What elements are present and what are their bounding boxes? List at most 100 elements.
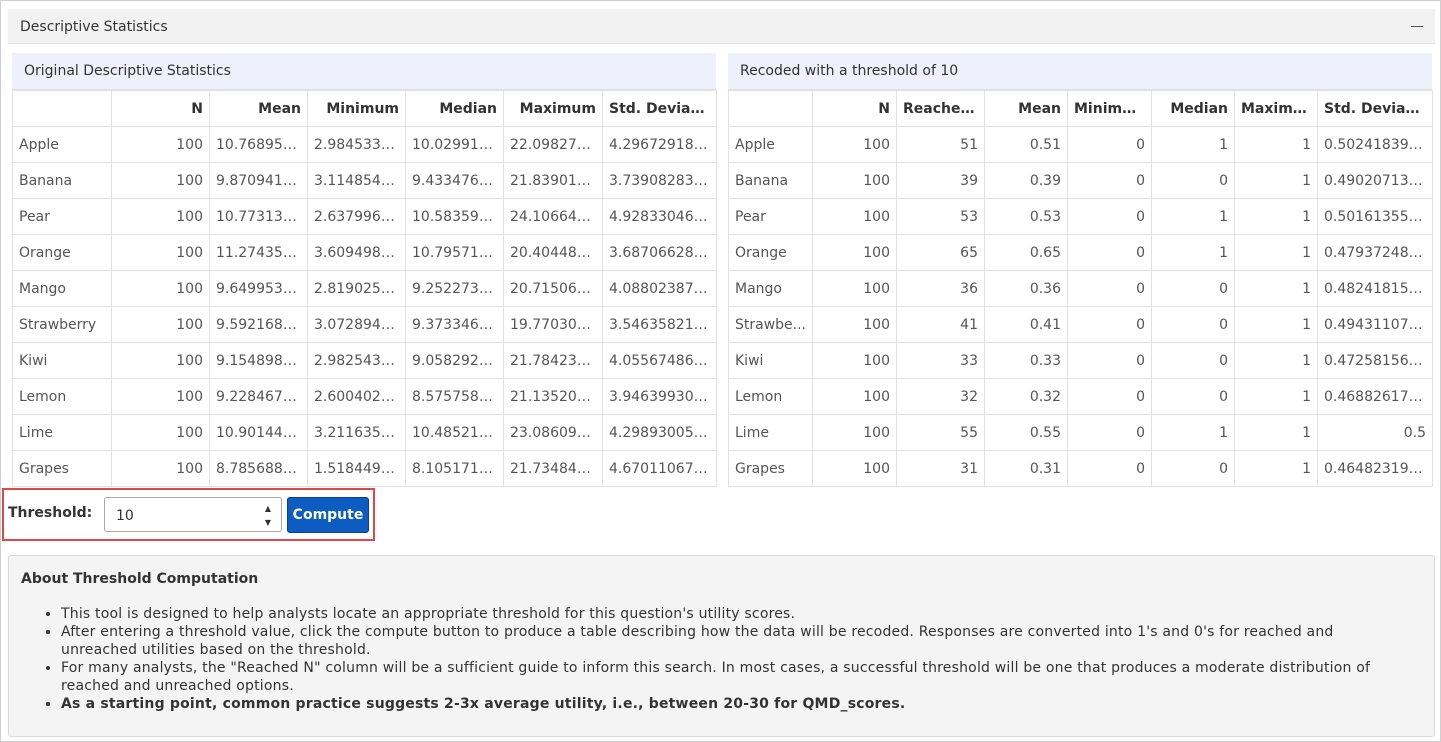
column-header: Std. Deviation	[1317, 90, 1433, 127]
column-header: Mean	[209, 90, 308, 127]
table-cell: 53	[896, 198, 985, 235]
table-cell: 100	[812, 414, 897, 451]
table-cell: 100	[111, 162, 210, 199]
recoded-stats-caption: Recoded with a threshold of 10	[728, 53, 1432, 90]
table-cell: 1	[1151, 414, 1235, 451]
column-header: Median	[1151, 90, 1235, 127]
table-cell: 20.404487...	[503, 234, 603, 271]
table-cell: 0.31	[984, 450, 1068, 487]
table-cell: 1	[1234, 342, 1318, 379]
row-label: Strawbe...	[728, 306, 813, 343]
table-cell: 0	[1067, 378, 1152, 415]
table-cell: 0.65	[984, 234, 1068, 271]
table-cell: 1	[1234, 198, 1318, 235]
table-cell: 100	[111, 342, 210, 379]
table-cell: 0	[1067, 306, 1152, 343]
table-row: Lemon 100 9.2284671... 2.6004025... 8.575758…	[12, 378, 717, 415]
table-cell: 21.734843...	[503, 450, 603, 487]
table-cell: 9.6499533...	[209, 270, 308, 307]
table-row: Lemon 100 32 0.32 0 0 1 0.468826172...	[728, 378, 1433, 415]
column-header: N	[812, 90, 897, 127]
table-cell: 1	[1234, 234, 1318, 271]
table-cell: 11.274350...	[209, 234, 308, 271]
panel-header[interactable]: Descriptive Statistics	[8, 9, 1435, 44]
table-cell: 20.715065...	[503, 270, 603, 307]
column-header: Std. Deviation	[602, 90, 717, 127]
table-cell: 100	[812, 198, 897, 235]
table-cell: 65	[896, 234, 985, 271]
row-label: Apple	[12, 126, 112, 163]
table-cell: 4.298930055...	[602, 414, 717, 451]
table-row: Mango 100 36 0.36 0 0 1 0.482418151...	[728, 270, 1433, 307]
table-cell: 21.135201...	[503, 378, 603, 415]
table-cell: 0.39	[984, 162, 1068, 199]
table-cell: 10.029913...	[405, 126, 504, 163]
about-item: For many analysts, the "Reached N" colum…	[61, 659, 1401, 695]
threshold-value[interactable]: 10	[116, 508, 134, 524]
table-cell: 24.106648...	[503, 198, 603, 235]
original-stats-section: Original Descriptive Statistics N Mean Min…	[12, 53, 717, 487]
table-cell: 55	[896, 414, 985, 451]
table-cell: 1	[1234, 378, 1318, 415]
table-row: Lime 100 55 0.55 0 1 1 0.5	[728, 414, 1433, 451]
row-label: Orange	[728, 234, 813, 271]
threshold-input[interactable]: 10 ▲ ▼	[104, 497, 282, 532]
row-label: Mango	[728, 270, 813, 307]
table-cell: 0	[1151, 450, 1235, 487]
table-cell: 100	[812, 342, 897, 379]
table-cell: 3.687066281...	[602, 234, 717, 271]
table-cell: 0	[1067, 126, 1152, 163]
table-row: Mango 100 9.6499533... 2.8190257... 9.252273…	[12, 270, 717, 307]
table-cell: 41	[896, 306, 985, 343]
row-label: Kiwi	[728, 342, 813, 379]
table-cell: 21.839013...	[503, 162, 603, 199]
table-cell: 9.2522735...	[405, 270, 504, 307]
table-cell: 4.670110674...	[602, 450, 717, 487]
table-cell: 0	[1151, 162, 1235, 199]
column-header: Minimum	[1067, 90, 1152, 127]
table-cell: 0.468826172...	[1317, 378, 1433, 415]
table-cell: 3.2116358...	[307, 414, 406, 451]
table-cell: 0.53	[984, 198, 1068, 235]
table-row: Grapes 100 8.7856883... 1.5184492... 8.10517…	[12, 450, 717, 487]
table-row: Kiwi 100 33 0.33 0 0 1 0.472581562...	[728, 342, 1433, 379]
compute-button[interactable]: Compute	[287, 497, 369, 533]
spin-down-icon[interactable]: ▼	[265, 519, 271, 527]
table-cell: 9.5921684...	[209, 306, 308, 343]
table-cell: 100	[111, 306, 210, 343]
table-cell: 1.5184492...	[307, 450, 406, 487]
threshold-label: Threshold:	[8, 505, 93, 521]
table-cell: 4.088023870...	[602, 270, 717, 307]
table-cell: 0.5	[1317, 414, 1433, 451]
table-cell: 0.501613558...	[1317, 198, 1433, 235]
column-header: Maximum	[1234, 90, 1318, 127]
table-cell: 100	[812, 270, 897, 307]
table-cell: 1	[1151, 126, 1235, 163]
table-cell: 100	[111, 450, 210, 487]
collapse-icon[interactable]	[1411, 26, 1423, 27]
table-cell: 10.795710...	[405, 234, 504, 271]
table-cell: 3.0728943...	[307, 306, 406, 343]
table-cell: 9.2284671...	[209, 378, 308, 415]
table-cell: 3.546358210...	[602, 306, 717, 343]
about-list: This tool is designed to help analysts l…	[21, 605, 1401, 713]
table-cell: 0.32	[984, 378, 1068, 415]
table-cell: 100	[111, 270, 210, 307]
spin-up-icon[interactable]: ▲	[265, 505, 271, 513]
row-label: Kiwi	[12, 342, 112, 379]
table-cell: 0	[1067, 198, 1152, 235]
table-header-row: N Reached N Mean Minimum Median Maximum Std. D…	[728, 90, 1433, 127]
table-cell: 0.41	[984, 306, 1068, 343]
table-cell: 2.9845336...	[307, 126, 406, 163]
table-cell: 100	[812, 378, 897, 415]
row-label: Strawberry	[12, 306, 112, 343]
table-row: Pear 100 10.773138... 2.6379964... 10.583591…	[12, 198, 717, 235]
table-row: Pear 100 53 0.53 0 1 1 0.501613558...	[728, 198, 1433, 235]
table-row: Grapes 100 31 0.31 0 0 1 0.464823198...	[728, 450, 1433, 487]
recoded-stats-table: N Reached N Mean Minimum Median Maximum Std. D…	[728, 90, 1433, 487]
table-cell: 4.296729186...	[602, 126, 717, 163]
table-cell: 3.739082839...	[602, 162, 717, 199]
table-cell: 1	[1234, 414, 1318, 451]
table-cell: 1	[1234, 306, 1318, 343]
table-cell: 9.8709414...	[209, 162, 308, 199]
